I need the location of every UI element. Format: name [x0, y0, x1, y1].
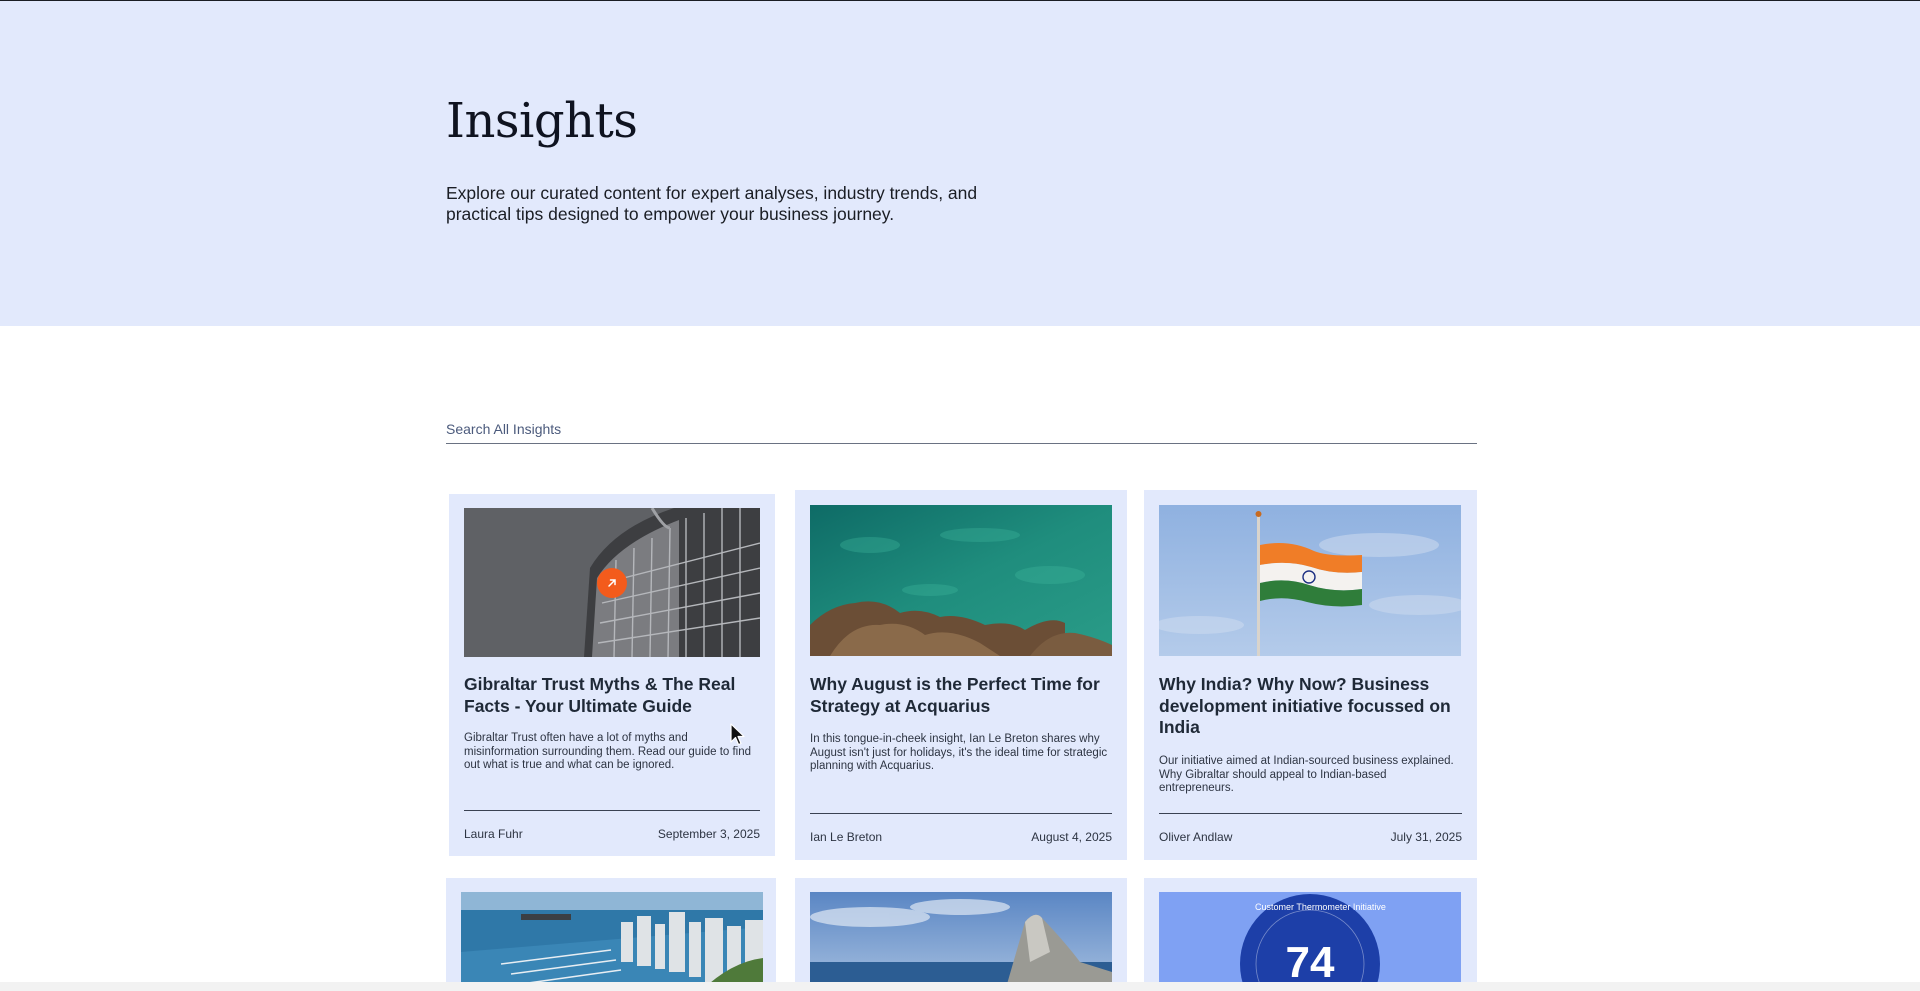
insight-card[interactable]: Customer Thermometer Initiative 74 [1144, 878, 1477, 991]
rock-photo [810, 892, 1112, 991]
card-divider [464, 810, 760, 811]
insight-card[interactable]: Gibraltar Trust Myths & The Real Facts -… [449, 494, 775, 856]
card-author: Laura Fuhr [464, 827, 523, 841]
search-bar [446, 416, 1477, 444]
page-subtitle: Explore our curated content for expert a… [446, 183, 978, 224]
card-title[interactable]: Why India? Why Now? Business development… [1159, 674, 1462, 739]
card-divider [1159, 813, 1462, 814]
insight-card[interactable] [446, 878, 776, 991]
card-image-marina[interactable] [461, 892, 763, 991]
insight-card[interactable]: Why August is the Perfect Time for Strat… [795, 490, 1127, 860]
badge-number: 74 [1285, 938, 1335, 987]
open-article-button[interactable] [597, 568, 627, 598]
card-description: Gibraltar Trust often have a lot of myth… [464, 732, 752, 771]
mouse-cursor-icon [730, 723, 745, 746]
card-image-india-flag[interactable] [1159, 505, 1461, 656]
card-divider [810, 813, 1112, 814]
card-image-badge[interactable]: Customer Thermometer Initiative 74 [1159, 892, 1461, 991]
card-image-rock[interactable] [810, 892, 1112, 991]
card-image-building[interactable] [464, 508, 760, 657]
flag-photo [1159, 505, 1461, 656]
card-image-sea-rocks[interactable] [810, 505, 1112, 656]
card-date: August 4, 2025 [1031, 830, 1112, 844]
marina-photo [461, 892, 763, 991]
card-date: July 31, 2025 [1390, 830, 1462, 844]
card-author: Ian Le Breton [810, 830, 883, 844]
hero-banner: Insights Explore our curated content for… [0, 1, 1920, 326]
page-title: Insights [446, 93, 638, 149]
card-description: In this tongue-in-cheek insight, Ian Le … [810, 733, 1108, 772]
insight-card[interactable] [795, 878, 1127, 991]
horizontal-scrollbar[interactable] [0, 982, 1920, 991]
card-date: September 3, 2025 [657, 827, 760, 841]
search-input[interactable] [446, 416, 1477, 442]
arrow-up-right-icon [608, 579, 616, 587]
card-title[interactable]: Gibraltar Trust Myths & The Real Facts -… [464, 674, 760, 717]
card-title[interactable]: Why August is the Perfect Time for Strat… [810, 674, 1112, 717]
card-author: Oliver Andlaw [1159, 830, 1233, 844]
insight-card[interactable]: Why India? Why Now? Business development… [1144, 490, 1477, 860]
sea-photo [810, 505, 1112, 656]
card-description: Our initiative aimed at Indian-sourced b… [1159, 755, 1454, 794]
badge-ring-text: Customer Thermometer Initiative [1255, 902, 1386, 912]
